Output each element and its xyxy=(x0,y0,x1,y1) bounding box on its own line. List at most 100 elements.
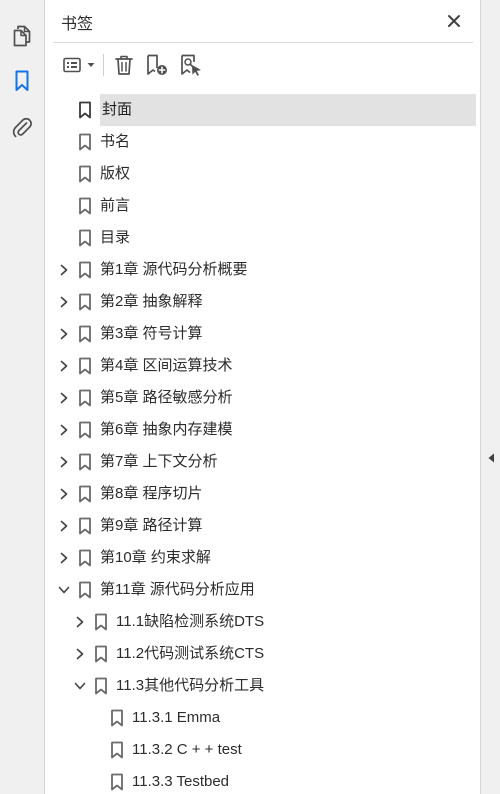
chevron-right-icon xyxy=(60,360,68,372)
options-menu-button[interactable] xyxy=(59,50,99,80)
expand-right-panel-button[interactable] xyxy=(486,451,496,465)
bookmark-label: 第8章 程序切片 xyxy=(100,478,203,510)
expand-toggle[interactable] xyxy=(57,455,71,469)
bookmark-icon xyxy=(95,677,107,695)
bookmark-icon xyxy=(111,741,123,759)
bookmark-label: 第2章 抽象解释 xyxy=(100,286,203,318)
bookmark-icon xyxy=(79,293,91,311)
bookmark-icon xyxy=(79,261,91,279)
expand-toggle[interactable] xyxy=(57,327,71,341)
expand-toggle[interactable] xyxy=(57,391,71,405)
bookmark-label: 11.3其他代码分析工具 xyxy=(116,670,264,702)
bookmark-icon xyxy=(79,133,91,151)
bookmark-item[interactable]: 11.3.3 Testbed xyxy=(45,766,481,794)
bookmark-item[interactable]: 第2章 抽象解释 xyxy=(45,286,481,318)
bookmark-icon xyxy=(79,357,91,375)
chevron-right-icon xyxy=(60,296,68,308)
expand-toggle[interactable] xyxy=(57,359,71,373)
bookmark-item[interactable]: 11.3.2 C + + test xyxy=(45,734,481,766)
bookmark-item[interactable]: 封面 xyxy=(45,94,481,126)
bookmark-icon xyxy=(79,101,91,119)
bookmark-icon xyxy=(95,645,107,663)
bookmark-item[interactable]: 第5章 路径敏感分析 xyxy=(45,382,481,414)
bookmarks-tab-button[interactable] xyxy=(6,65,38,97)
expand-toggle[interactable] xyxy=(73,615,87,629)
collapse-toggle[interactable] xyxy=(73,679,87,693)
bookmark-icon xyxy=(111,709,123,727)
chevron-right-icon xyxy=(60,552,68,564)
bookmark-item[interactable]: 第1章 源代码分析概要 xyxy=(45,254,481,286)
bookmark-item[interactable]: 版权 xyxy=(45,158,481,190)
bookmark-tree: 封面 书名 版权 前言 目录第1章 源代码分析概要第2章 抽象解释第3章 符号计算第4章… xyxy=(45,94,481,794)
bookmark-item[interactable]: 第4章 区间运算技术 xyxy=(45,350,481,382)
bookmark-label: 版权 xyxy=(100,158,130,190)
trash-icon xyxy=(115,55,133,75)
bookmark-label: 第5章 路径敏感分析 xyxy=(100,382,233,414)
bookmark-item[interactable]: 第8章 程序切片 xyxy=(45,478,481,510)
expand-toggle[interactable] xyxy=(57,551,71,565)
chevron-right-icon xyxy=(60,264,68,276)
copy-pages-icon xyxy=(13,25,31,47)
delete-bookmark-button[interactable] xyxy=(111,50,137,80)
bookmark-label: 书名 xyxy=(100,126,130,158)
bookmark-label: 封面 xyxy=(100,94,476,126)
bookmark-label: 11.3.2 C + + test xyxy=(132,734,242,766)
expand-toggle[interactable] xyxy=(57,519,71,533)
expand-toggle[interactable] xyxy=(73,647,87,661)
bookmark-item[interactable]: 第3章 符号计算 xyxy=(45,318,481,350)
bookmark-item[interactable]: 第11章 源代码分析应用 xyxy=(45,574,481,606)
bookmark-icon xyxy=(79,229,91,247)
new-bookmark-from-structure-button[interactable] xyxy=(177,50,205,80)
bookmark-label-text: 11.3.3 Testbed xyxy=(132,773,230,790)
bookmark-label-text: 第1章 源代码分析概要 xyxy=(100,261,248,278)
bookmark-icon xyxy=(79,581,91,599)
expand-toggle[interactable] xyxy=(57,487,71,501)
list-options-icon xyxy=(63,57,81,73)
page-thumbnails-button[interactable] xyxy=(6,20,38,52)
chevron-right-icon xyxy=(60,392,68,404)
collapse-toggle[interactable] xyxy=(57,583,71,597)
right-panel-edge xyxy=(480,0,500,794)
attachments-button[interactable] xyxy=(6,111,38,143)
chevron-down-icon xyxy=(58,586,70,594)
bookmark-label: 目录 xyxy=(100,222,130,254)
expand-toggle[interactable] xyxy=(57,263,71,277)
bookmark-label-text: 第4章 区间运算技术 xyxy=(100,357,233,374)
bookmark-label: 11.3.3 Testbed xyxy=(132,766,229,794)
chevron-right-icon xyxy=(76,648,84,660)
chevron-right-icon xyxy=(60,488,68,500)
bookmark-label-text: 第7章 上下文分析 xyxy=(100,453,218,470)
paperclip-icon xyxy=(12,117,32,138)
bookmark-item[interactable]: 11.3其他代码分析工具 xyxy=(45,670,481,702)
bookmark-item[interactable]: 11.3.1 Emma xyxy=(45,702,481,734)
bookmark-label: 第7章 上下文分析 xyxy=(100,446,218,478)
bookmark-label-text: 第11章 源代码分析应用 xyxy=(100,581,255,598)
bookmark-icon xyxy=(79,549,91,567)
bookmark-icon xyxy=(79,485,91,503)
bookmark-item[interactable]: 前言 xyxy=(45,190,481,222)
bookmark-item[interactable]: 第7章 上下文分析 xyxy=(45,446,481,478)
bookmark-label: 第3章 符号计算 xyxy=(100,318,203,350)
bookmark-icon xyxy=(79,165,91,183)
bookmark-label: 第6章 抽象内存建模 xyxy=(100,414,233,446)
bookmark-label-text: 第3章 符号计算 xyxy=(100,325,203,342)
expand-toggle[interactable] xyxy=(57,423,71,437)
bookmark-item[interactable]: 11.2代码测试系统CTS xyxy=(45,638,481,670)
chevron-right-icon xyxy=(76,616,84,628)
bookmark-icon xyxy=(79,197,91,215)
expand-toggle[interactable] xyxy=(57,295,71,309)
bookmark-item[interactable]: 11.1缺陷检测系统DTS xyxy=(45,606,481,638)
add-bookmark-icon xyxy=(147,54,167,75)
bookmark-item[interactable]: 第9章 路径计算 xyxy=(45,510,481,542)
bookmark-item[interactable]: 第6章 抽象内存建模 xyxy=(45,414,481,446)
bookmark-item[interactable]: 目录 xyxy=(45,222,481,254)
chevron-down-icon xyxy=(87,63,95,67)
close-panel-button[interactable] xyxy=(443,10,465,32)
title-divider xyxy=(53,42,473,43)
bookmark-item[interactable]: 第10章 约束求解 xyxy=(45,542,481,574)
panel-title: 书签 xyxy=(61,16,94,33)
bookmark-item[interactable]: 书名 xyxy=(45,126,481,158)
bookmark-search-icon xyxy=(181,54,201,76)
navigation-rail xyxy=(0,0,45,794)
new-bookmark-button[interactable] xyxy=(143,50,171,80)
